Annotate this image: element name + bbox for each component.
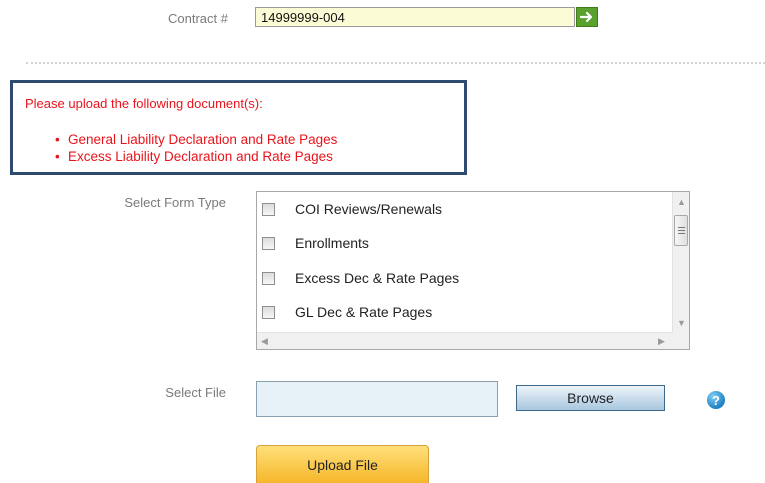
scrollbar-corner: [672, 332, 689, 349]
form-type-checkbox[interactable]: [262, 271, 275, 285]
file-path-input[interactable]: [256, 381, 498, 417]
horizontal-scrollbar[interactable]: ◀ ▶: [257, 332, 673, 349]
contract-go-button[interactable]: [576, 7, 598, 27]
vertical-scrollbar[interactable]: ▲ ▼: [672, 192, 689, 332]
form-type-option[interactable]: GL Dec & Rate Pages: [262, 302, 432, 322]
scroll-up-icon[interactable]: ▲: [677, 197, 686, 207]
form-type-label: Select Form Type: [124, 195, 226, 210]
form-type-option-label: GL Dec & Rate Pages: [295, 304, 433, 320]
help-icon[interactable]: ?: [707, 391, 725, 409]
section-divider: [26, 62, 765, 64]
form-type-listbox[interactable]: COI Reviews/Renewals Enrollments Excess …: [256, 191, 690, 350]
arrow-right-icon: [580, 11, 593, 23]
contract-number-input[interactable]: [255, 7, 575, 27]
required-documents-list: General Liability Declaration and Rate P…: [55, 131, 337, 165]
form-type-option-label: Enrollments: [295, 235, 369, 251]
form-type-checkbox[interactable]: [262, 305, 275, 319]
select-file-label: Select File: [165, 385, 226, 400]
browse-button[interactable]: Browse: [516, 385, 665, 411]
required-document-item: Excess Liability Declaration and Rate Pa…: [55, 148, 337, 165]
scroll-down-icon[interactable]: ▼: [677, 318, 686, 328]
form-type-option-label: COI Reviews/Renewals: [295, 201, 443, 217]
upload-notice: Please upload the following document(s):…: [10, 80, 467, 175]
scroll-right-icon[interactable]: ▶: [658, 336, 665, 346]
form-type-option[interactable]: Excess Dec & Rate Pages: [262, 268, 459, 288]
upload-notice-title: Please upload the following document(s):: [25, 96, 263, 111]
form-type-checkbox[interactable]: [262, 202, 275, 216]
required-document-item: General Liability Declaration and Rate P…: [55, 131, 337, 148]
form-type-option[interactable]: COI Reviews/Renewals: [262, 199, 442, 219]
scroll-left-icon[interactable]: ◀: [261, 336, 268, 346]
form-type-option[interactable]: Enrollments: [262, 233, 369, 253]
upload-file-button[interactable]: Upload File: [256, 445, 429, 483]
vertical-scroll-thumb[interactable]: [674, 215, 688, 246]
form-type-option-label: Excess Dec & Rate Pages: [295, 270, 460, 286]
form-type-checkbox[interactable]: [262, 236, 275, 250]
contract-label: Contract #: [168, 11, 228, 26]
